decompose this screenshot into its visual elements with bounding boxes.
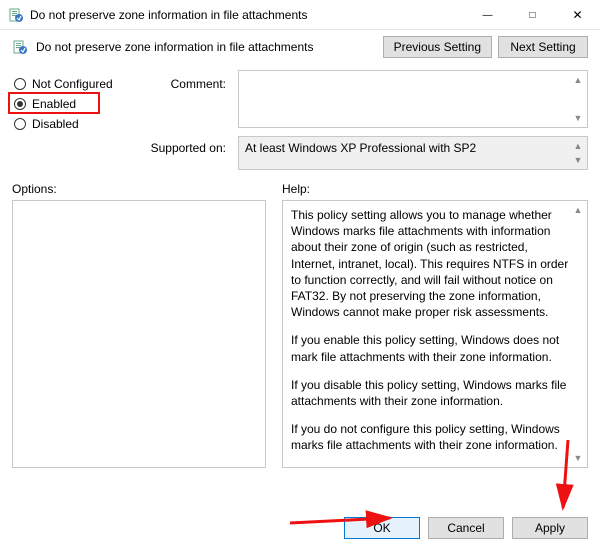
help-paragraph: If you disable this policy setting, Wind… <box>291 377 569 409</box>
apply-button[interactable]: Apply <box>512 517 588 539</box>
help-paragraph: This policy setting allows you to manage… <box>291 207 569 320</box>
window-controls: — □ ✕ <box>465 0 600 29</box>
cancel-button[interactable]: Cancel <box>428 517 504 539</box>
radio-icon <box>14 98 26 110</box>
window-title: Do not preserve zone information in file… <box>30 8 465 22</box>
titlebar: Do not preserve zone information in file… <box>0 0 600 30</box>
scroll-up-icon[interactable]: ▲ <box>570 72 586 88</box>
scroll-down-icon[interactable]: ▼ <box>570 110 586 126</box>
supported-on-field: At least Windows XP Professional with SP… <box>238 136 588 170</box>
close-button[interactable]: ✕ <box>555 0 600 30</box>
radio-enabled[interactable]: Enabled <box>12 94 132 114</box>
next-setting-button[interactable]: Next Setting <box>498 36 588 58</box>
help-pane: This policy setting allows you to manage… <box>282 200 588 468</box>
radio-not-configured[interactable]: Not Configured <box>12 74 132 94</box>
radio-label: Disabled <box>32 117 79 131</box>
comment-textarea[interactable]: ▲ ▼ <box>238 70 588 128</box>
radio-icon <box>14 78 26 90</box>
previous-setting-button[interactable]: Previous Setting <box>383 36 492 58</box>
policy-icon <box>12 39 28 55</box>
header: Do not preserve zone information in file… <box>0 30 600 68</box>
policy-icon <box>8 7 24 23</box>
options-pane <box>12 200 266 468</box>
maximize-button[interactable]: □ <box>510 0 555 30</box>
scroll-down-icon[interactable]: ▼ <box>570 152 586 168</box>
radio-icon <box>14 118 26 130</box>
ok-button[interactable]: OK <box>344 517 420 539</box>
options-label: Options: <box>12 182 266 196</box>
supported-on-text: At least Windows XP Professional with SP… <box>245 141 476 155</box>
policy-title: Do not preserve zone information in file… <box>36 40 383 54</box>
state-radio-group: Not Configured Enabled Disabled <box>12 68 132 170</box>
comment-label: Comment: <box>144 74 226 94</box>
dialog-footer: OK Cancel Apply <box>344 517 588 539</box>
minimize-button[interactable]: — <box>465 0 510 30</box>
help-paragraph: If you do not configure this policy sett… <box>291 421 569 453</box>
scroll-up-icon[interactable]: ▲ <box>570 202 586 218</box>
scroll-down-icon[interactable]: ▼ <box>570 450 586 466</box>
supported-on-label: Supported on: <box>144 138 226 158</box>
help-paragraph: If you enable this policy setting, Windo… <box>291 332 569 364</box>
help-label: Help: <box>282 182 310 196</box>
radio-label: Not Configured <box>32 77 113 91</box>
radio-disabled[interactable]: Disabled <box>12 114 132 134</box>
radio-label: Enabled <box>32 97 76 111</box>
